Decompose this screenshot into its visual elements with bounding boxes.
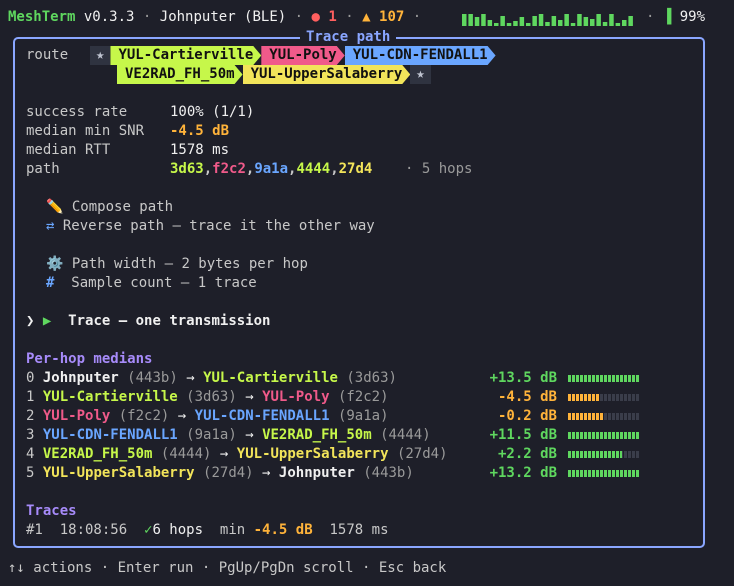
sparkline-bar	[500, 16, 505, 26]
sample-count-action[interactable]: # Sample count — 1 trace	[46, 274, 257, 293]
median-snr: -4.5 dB	[170, 123, 230, 139]
sparkline-bar	[590, 19, 595, 26]
success-rate: 100% (1/1)	[170, 104, 255, 120]
sparkline-bar	[494, 23, 499, 26]
stat-label: path	[26, 161, 60, 177]
status-bar: MeshTerm v0.3.3 · Johnputer (BLE) · ● 1 …	[8, 9, 422, 25]
snr-bar	[568, 394, 640, 401]
hop-snr: +2.2 dB	[497, 446, 557, 462]
route-label: route	[26, 47, 69, 63]
sparkline-bar	[526, 23, 531, 26]
warning-icon: ▲	[362, 9, 371, 25]
battery-indicator: · ▐ 99%	[646, 9, 706, 25]
arrow-right-icon: →	[186, 370, 195, 386]
route-chip[interactable]: VE2RAD_FH_50m	[117, 65, 243, 84]
hash-icon: #	[46, 275, 55, 291]
trace-action[interactable]: ❯ ▶ Trace — one transmission	[26, 312, 270, 331]
sparkline-bar	[538, 14, 544, 26]
arrow-right-icon: →	[262, 465, 271, 481]
traces-title: Traces	[26, 503, 77, 519]
pencil-icon: ✏️	[46, 199, 64, 215]
path-width-action[interactable]: ⚙️ Path width — 2 bytes per hop	[46, 255, 308, 274]
hop-snr: -4.5 dB	[497, 389, 557, 405]
arrow-right-icon: →	[219, 446, 229, 462]
sparkline-bar	[474, 17, 480, 26]
perhop-row: 2 YUL-Poly (f2c2) → YUL-CDN-FENDALL1 (9a…	[26, 408, 389, 424]
perhop-row: 1 YUL-Cartierville (3d63) → YUL-Poly (f2…	[26, 389, 389, 405]
stat-label: success rate	[26, 104, 128, 120]
sparkline-bar	[519, 17, 525, 26]
route-chip[interactable]: YUL-UpperSalaberry	[243, 65, 411, 84]
sparkline-bar	[622, 20, 627, 26]
error-dot-icon: ●	[311, 9, 320, 25]
sparkline-bar	[583, 17, 589, 26]
sparkline-bar	[577, 14, 582, 26]
sparkline-bar	[506, 23, 512, 26]
sparkline-bar	[609, 14, 614, 26]
perhop-row: 3 YUL-CDN-FENDALL1 (9a1a) → VE2RAD_FH_50…	[26, 427, 431, 443]
snr-bar	[568, 432, 640, 439]
perhop-row: 0 Johnputer (443b) → YUL-Cartierville (3…	[26, 370, 397, 386]
sparkline-bar	[558, 20, 563, 26]
sparkline-bar	[551, 16, 557, 26]
arrow-right-icon: →	[245, 389, 254, 405]
star-icon[interactable]: ★	[90, 46, 111, 65]
gear-icon: ⚙️	[46, 256, 64, 272]
error-count: 1	[328, 9, 337, 25]
keybinding-hints: ↑↓ actions · Enter run · PgUp/PgDn scrol…	[8, 560, 447, 576]
sparkline-bar	[481, 14, 486, 26]
app-name: MeshTerm	[8, 9, 76, 25]
play-icon: ▶	[42, 313, 52, 329]
sparkline-bar	[462, 14, 467, 26]
arrow-right-icon: →	[245, 427, 254, 443]
warning-count: 107	[379, 9, 405, 25]
hop-snr: +11.5 dB	[489, 427, 557, 443]
sparkline-bar	[487, 20, 493, 26]
swap-arrows-icon: ⇄	[46, 218, 55, 234]
compose-path-action[interactable]: ✏️ Compose path	[46, 198, 173, 217]
stat-label: median min SNR	[26, 123, 145, 139]
perhop-row: 5 YUL-UpperSalaberry (27d4) → Johnputer …	[26, 465, 414, 481]
sparkline-bar	[596, 14, 601, 26]
sparkline-bar	[602, 22, 608, 26]
signal-history-sparkline	[462, 14, 633, 26]
path-ids: 3d63,f2c2,9a1a,4444,27d4	[170, 161, 373, 177]
selection-cursor-icon: ❯	[26, 313, 35, 329]
sparkline-bar	[468, 14, 473, 26]
route-chip[interactable]: YUL-CDN-FENDALL1	[345, 46, 496, 65]
sparkline-bar	[615, 23, 621, 26]
route-chip[interactable]: YUL-Poly	[261, 46, 344, 65]
perhop-title: Per-hop medians	[26, 351, 153, 367]
stat-label: median RTT	[26, 142, 111, 158]
panel-title: Trace path	[300, 28, 397, 47]
trace-row[interactable]: #1 18:08:56 ✓6 hops min -4.5 dB 1578 ms	[26, 521, 389, 540]
route-row-2: VE2RAD_FH_50m YUL-UpperSalaberry ★	[117, 65, 431, 84]
sparkline-bar	[532, 16, 537, 26]
snr-bar	[568, 375, 640, 382]
sparkline-bar	[570, 23, 576, 26]
snr-bar	[568, 451, 640, 458]
sparkline-bar	[628, 16, 633, 26]
sparkline-bar	[513, 21, 518, 26]
hop-snr: -0.2 dB	[497, 408, 557, 424]
arrow-right-icon: →	[177, 408, 187, 424]
app-version: v0.3.3	[83, 9, 135, 25]
battery-icon: ▐	[662, 9, 672, 25]
snr-bar	[568, 470, 640, 477]
star-icon[interactable]: ★	[410, 65, 431, 84]
hop-snr: +13.5 dB	[489, 370, 557, 386]
route-chip[interactable]: YUL-Cartierville	[110, 46, 261, 65]
snr-bar	[568, 413, 640, 420]
reverse-path-action[interactable]: ⇄ Reverse path — trace it the other way	[46, 217, 375, 236]
hop-snr: +13.2 dB	[489, 465, 557, 481]
median-rtt: 1578 ms	[170, 142, 230, 158]
sparkline-bar	[564, 14, 569, 26]
hop-count: · 5 hops	[405, 161, 473, 177]
perhop-row: 4 VE2RAD_FH_50m (4444) → YUL-UpperSalabe…	[26, 446, 448, 462]
sparkline-bar	[545, 22, 550, 26]
device-name: Johnputer (BLE)	[159, 9, 287, 25]
route-row-1: ★ YUL-Cartierville YUL-Poly YUL-CDN-FENDALL…	[90, 46, 496, 65]
